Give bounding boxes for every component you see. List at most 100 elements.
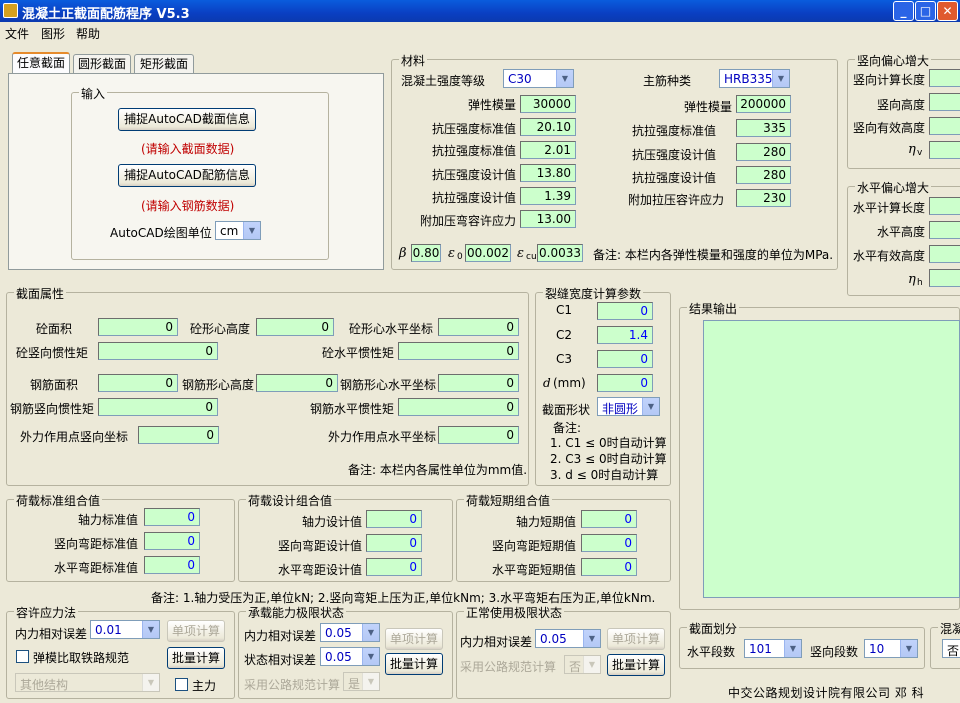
mat-right-value-0[interactable]: 200000 (736, 95, 791, 113)
eta-h-field[interactable] (929, 269, 960, 287)
load-v-label: 外力作用点竖向坐标 (19, 430, 128, 444)
mat-left-value-1[interactable]: 20.10 (520, 118, 576, 136)
vert-height-field[interactable] (929, 93, 960, 111)
vert-eff-height-field[interactable] (929, 117, 960, 135)
h-segments-select[interactable]: 101 ▼ (744, 639, 802, 658)
mat-right-value-2[interactable]: 280 (736, 143, 791, 161)
mat-right-value-4[interactable]: 230 (736, 189, 791, 207)
window-title: 混凝土正截面配筋程序 V5.3 (22, 7, 190, 22)
load-v-value[interactable]: 0 (138, 426, 219, 444)
allow-err-select[interactable]: 0.01 ▼ (90, 620, 160, 639)
main-force-checkbox[interactable] (175, 678, 188, 691)
centroid-h-value[interactable]: 0 (438, 318, 519, 336)
rebar-area-value[interactable]: 0 (98, 374, 178, 392)
beta-value[interactable]: 0.80 (411, 244, 441, 262)
mat-left-value-2[interactable]: 2.01 (520, 141, 576, 159)
minimize-button[interactable]: _ (893, 1, 914, 21)
section-props-note: 备注: 本栏内各属性单位为mm值. (348, 463, 528, 477)
service-road-select[interactable]: 否 ▼ (564, 655, 601, 674)
horiz-eff-height-field[interactable] (929, 245, 960, 263)
mat-right-value-1[interactable]: 335 (736, 119, 791, 137)
mat-left-value-4[interactable]: 1.39 (520, 187, 576, 205)
allow-single-calc-button[interactable]: 单项计算 (167, 620, 225, 642)
mat-left-value-5[interactable]: 13.00 (520, 210, 576, 228)
c1-value[interactable]: 0 (597, 302, 653, 320)
menu-graphics[interactable]: 图形 (41, 25, 65, 42)
concrete-grade-label: 混凝土强度等级 (401, 74, 486, 88)
rebar-inertia-v-value[interactable]: 0 (98, 398, 218, 416)
mat-right-label-1: 抗拉强度标准值 (631, 124, 716, 138)
eps0-sub: 0 (457, 252, 463, 262)
capture-rebar-button[interactable]: 捕捉AutoCAD配筋信息 (118, 164, 256, 187)
ultimate-err-select[interactable]: 0.05 ▼ (320, 623, 380, 642)
ultimate-batch-calc-button[interactable]: 批量计算 (385, 653, 443, 675)
load-design-value-1[interactable]: 0 (366, 534, 422, 552)
c2-value[interactable]: 1.4 (597, 326, 653, 344)
load-short-legend: 荷载短期组合值 (464, 492, 553, 509)
chevron-down-icon: ▼ (583, 656, 600, 673)
rebar-inertia-h-value[interactable]: 0 (398, 398, 519, 416)
mat-left-value-0[interactable]: 30000 (520, 95, 576, 113)
service-single-calc-button[interactable]: 单项计算 (607, 628, 665, 650)
eta-h-label: η (908, 272, 916, 287)
area-value[interactable]: 0 (98, 318, 178, 336)
shape-select[interactable]: 非圆形 ▼ (597, 397, 660, 416)
centroid-h-label: 砼形心水平坐标 (348, 322, 433, 336)
eps0-value[interactable]: 00.002 (465, 244, 511, 262)
shape-label: 截面形状 (542, 403, 591, 417)
menu-file[interactable]: 文件 (5, 25, 29, 42)
eta-v-field[interactable] (929, 141, 960, 159)
capture-section-button[interactable]: 捕捉AutoCAD截面信息 (118, 108, 256, 131)
structure-select[interactable]: 其他结构 ▼ (15, 673, 160, 692)
horiz-calc-length-field[interactable] (929, 197, 960, 215)
load-short-value-2[interactable]: 0 (581, 558, 637, 576)
close-button[interactable]: ✕ (937, 1, 958, 21)
allow-batch-calc-button[interactable]: 批量计算 (167, 647, 225, 669)
service-err-select[interactable]: 0.05 ▼ (535, 629, 601, 648)
rebar-cent-v-value[interactable]: 0 (256, 374, 338, 392)
service-batch-calc-button[interactable]: 批量计算 (607, 654, 665, 676)
ultimate-state-select[interactable]: 0.05 ▼ (320, 647, 380, 666)
inertia-h-value[interactable]: 0 (398, 342, 519, 360)
tab-any-section[interactable]: 任意截面 (12, 52, 70, 74)
mat-left-label-2: 抗拉强度标准值 (431, 144, 516, 158)
load-design-legend: 荷载设计组合值 (246, 492, 335, 509)
railway-checkbox[interactable] (16, 650, 29, 663)
load-design-value-0[interactable]: 0 (366, 510, 422, 528)
concrete-grade-select[interactable]: C30 ▼ (503, 69, 574, 88)
cad-unit-select[interactable]: cm ▼ (215, 221, 261, 240)
load-std-value-2[interactable]: 0 (144, 556, 200, 574)
vert-calc-length-field[interactable] (929, 69, 960, 87)
concrete-cut-select[interactable]: 否 (942, 639, 960, 658)
tab-rect-section[interactable]: 矩形截面 (134, 54, 194, 74)
load-short-value-1[interactable]: 0 (581, 534, 637, 552)
load-std-value-1[interactable]: 0 (144, 532, 200, 550)
menu-help[interactable]: 帮助 (76, 25, 100, 42)
steel-type-select[interactable]: HRB335 ▼ (719, 69, 790, 88)
load-std-value-0[interactable]: 0 (144, 508, 200, 526)
steel-type-label: 主筋种类 (643, 74, 692, 88)
mat-right-value-3[interactable]: 280 (736, 166, 791, 184)
rebar-cent-h-value[interactable]: 0 (438, 374, 519, 392)
c3-value[interactable]: 0 (597, 350, 653, 368)
maximize-button[interactable]: □ (915, 1, 936, 21)
rebar-inertia-v-label: 钢筋竖向惯性矩 (10, 402, 95, 416)
epscu-value[interactable]: 0.0033 (537, 244, 583, 262)
centroid-v-value[interactable]: 0 (256, 318, 334, 336)
chevron-down-icon: ▼ (362, 648, 379, 665)
vert-calc-length-label: 竖向计算长度 (852, 73, 925, 87)
load-h-value[interactable]: 0 (438, 426, 519, 444)
load-std-label-2: 水平弯距标准值 (53, 561, 138, 575)
mat-left-label-3: 抗压强度设计值 (431, 168, 516, 182)
ultimate-single-calc-button[interactable]: 单项计算 (385, 628, 443, 650)
mat-left-value-3[interactable]: 13.80 (520, 164, 576, 182)
horiz-height-field[interactable] (929, 221, 960, 239)
result-output-area[interactable] (703, 320, 960, 598)
d-value[interactable]: 0 (597, 374, 653, 392)
load-short-value-0[interactable]: 0 (581, 510, 637, 528)
inertia-v-value[interactable]: 0 (98, 342, 218, 360)
ultimate-road-select[interactable]: 是 ▼ (343, 672, 380, 691)
load-design-value-2[interactable]: 0 (366, 558, 422, 576)
tab-circular-section[interactable]: 圆形截面 (73, 54, 131, 74)
v-segments-select[interactable]: 10 ▼ (864, 639, 918, 658)
